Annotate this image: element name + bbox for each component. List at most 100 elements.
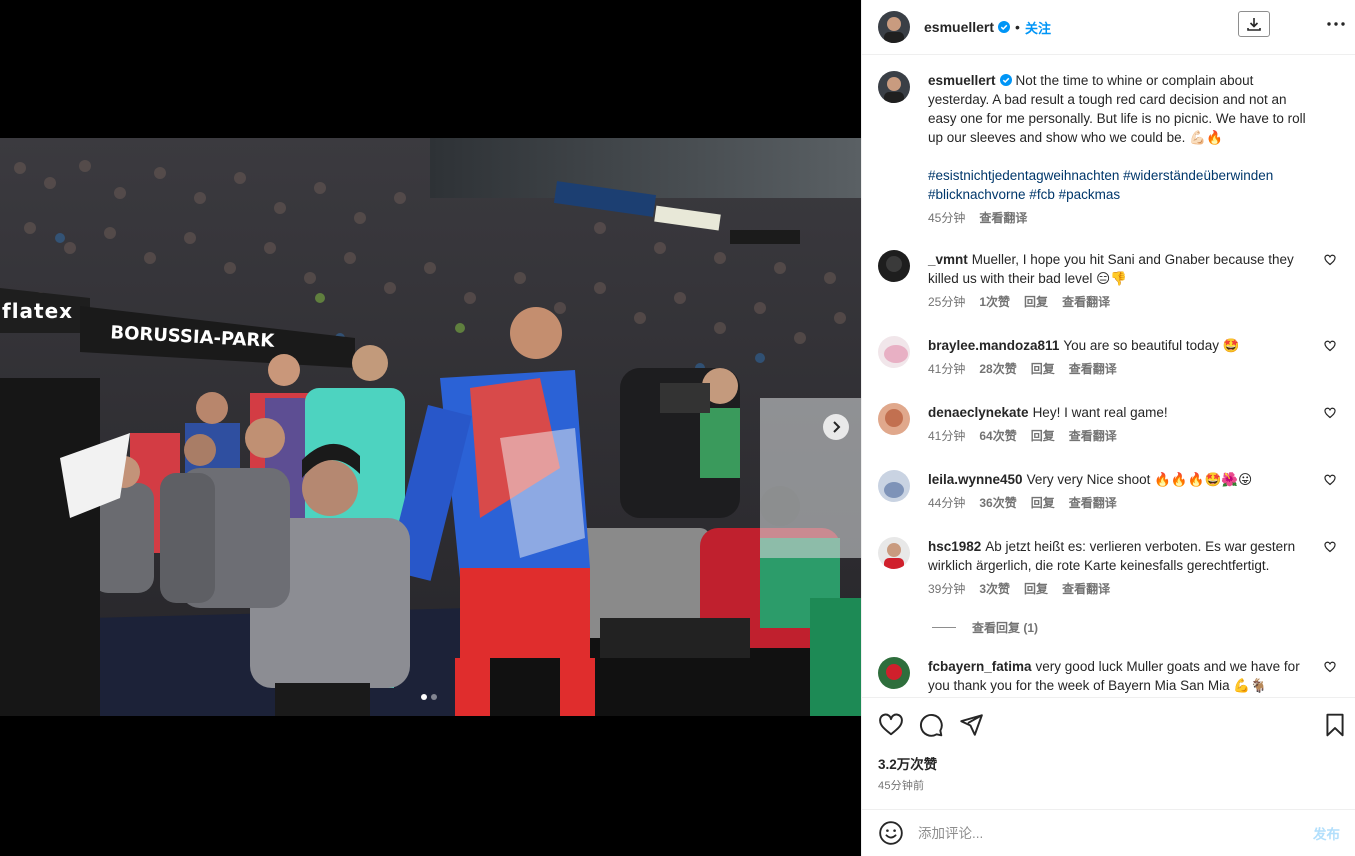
comment-item: hsc1982 Ab jetzt heißt es: verlieren verb… <box>878 537 1340 599</box>
comment-translate-link[interactable]: 查看翻译 <box>1069 494 1117 513</box>
comment-meta: 25分钟 1次赞 回复 查看翻译 <box>928 293 1308 312</box>
comment-item: braylee.mandoza811 You are so beautiful t… <box>878 336 1340 379</box>
comment-likes[interactable]: 28次赞 <box>979 360 1016 379</box>
comment-text: Mueller, I hope you hit Sani and Gnaber … <box>928 252 1294 286</box>
more-options-button[interactable] <box>1324 14 1348 34</box>
caption-time: 45分钟 <box>928 211 966 225</box>
comment-like-heart-icon[interactable] <box>1324 541 1336 553</box>
comment-text: Ab jetzt heißt es: verlieren verboten. E… <box>928 539 1296 573</box>
chevron-right-icon <box>833 421 841 433</box>
stadium-tunnel-image: flatex BORUSSIA-PARK <box>0 138 861 716</box>
post-header: esmuellert • 关注 <box>862 0 1355 55</box>
comment-avatar[interactable] <box>878 657 910 689</box>
comment-username[interactable]: _vmnt <box>928 252 968 267</box>
comment-translate-link[interactable]: 查看翻译 <box>1069 360 1117 379</box>
more-horizontal-icon <box>1327 22 1345 26</box>
avatar-image <box>878 403 910 435</box>
author-avatar[interactable] <box>878 11 910 43</box>
comment-composer: 发布 <box>862 809 1355 856</box>
comment-likes[interactable]: 1次赞 <box>979 293 1010 312</box>
caption-hashtags[interactable]: #esistnichtjedentagweihnachten #widerstä… <box>928 166 1308 204</box>
likes-count[interactable]: 3.2万次赞 <box>878 753 937 773</box>
post-media: flatex BORUSSIA-PARK <box>0 0 861 856</box>
comment-body: denaeclynekate Hey! I want real game! 41分… <box>928 403 1308 446</box>
caption-author-avatar[interactable] <box>878 71 910 103</box>
comment-username[interactable]: fcbayern_fatima <box>928 659 1032 674</box>
comment-text: You are so beautiful today 🤩 <box>1063 338 1240 353</box>
comment-item: fcbayern_fatima very good luck Muller goa… <box>878 657 1340 695</box>
comment-avatar[interactable] <box>878 470 910 502</box>
verified-badge-icon <box>998 21 1011 33</box>
avatar-image <box>878 470 910 502</box>
comment-item: _vmnt Mueller, I hope you hit Sani and Gn… <box>878 250 1340 312</box>
comment-item: leila.wynne450 Very very Nice shoot 🔥🔥🔥🤩🌺… <box>878 470 1340 513</box>
follow-button[interactable]: 关注 <box>1025 18 1051 37</box>
caption-translate-link[interactable]: 查看翻译 <box>979 209 1027 228</box>
avatar-image <box>878 250 910 282</box>
comment-like-heart-icon[interactable] <box>1324 340 1336 352</box>
caption-meta: 45分钟 查看翻译 <box>928 209 1308 228</box>
avatar-image <box>878 11 910 43</box>
comment-likes[interactable]: 3次赞 <box>979 580 1010 599</box>
comment-avatar[interactable] <box>878 336 910 368</box>
comment-item: denaeclynekate Hey! I want real game! 41分… <box>878 403 1340 446</box>
save-bookmark-icon[interactable] <box>1322 712 1348 738</box>
comment-reply-button[interactable]: 回复 <box>1031 427 1055 446</box>
comment-body: _vmnt Mueller, I hope you hit Sani and Gn… <box>928 250 1308 312</box>
comment-reply-button[interactable]: 回复 <box>1031 360 1055 379</box>
comment-translate-link[interactable]: 查看翻译 <box>1069 427 1117 446</box>
comment-meta: 39分钟 3次赞 回复 查看翻译 <box>928 580 1308 599</box>
caption-username[interactable]: esmuellert <box>928 73 996 88</box>
comment-username[interactable]: braylee.mandoza811 <box>928 338 1059 353</box>
comment-input[interactable] <box>918 825 1298 841</box>
comment-meta: 41分钟 28次赞 回复 查看翻译 <box>928 360 1308 379</box>
post-comment-button[interactable]: 发布 <box>1313 823 1340 843</box>
view-replies-button[interactable]: 查看回复 (1) <box>932 619 1038 636</box>
view-replies-label: 查看回复 (1) <box>972 621 1039 635</box>
comment-username[interactable]: denaeclynekate <box>928 405 1029 420</box>
comment-avatar[interactable] <box>878 250 910 282</box>
comment-likes[interactable]: 36次赞 <box>979 494 1016 513</box>
comment-like-heart-icon[interactable] <box>1324 407 1336 419</box>
comment-text: Hey! I want real game! <box>1032 405 1168 420</box>
comment-bubble-icon[interactable] <box>918 712 944 738</box>
comment-time: 44分钟 <box>928 496 966 510</box>
comment-like-heart-icon[interactable] <box>1324 661 1336 673</box>
post-actions: 3.2万次赞 45分钟前 <box>862 697 1355 809</box>
comments-scroll-area[interactable]: esmuellert Not the time to whine or compl… <box>862 56 1355 697</box>
comment-reply-button[interactable]: 回复 <box>1024 580 1048 599</box>
post-photo[interactable]: flatex BORUSSIA-PARK <box>0 138 861 716</box>
carousel-dot-active <box>421 694 427 700</box>
comment-avatar[interactable] <box>878 403 910 435</box>
comment-like-heart-icon[interactable] <box>1324 474 1336 486</box>
comment-likes[interactable]: 64次赞 <box>979 427 1016 446</box>
download-icon <box>1247 18 1261 31</box>
comment-translate-link[interactable]: 查看翻译 <box>1062 580 1110 599</box>
comment-text: Very very Nice shoot 🔥🔥🔥🤩🌺😛 <box>1026 472 1253 487</box>
comment-avatar[interactable] <box>878 537 910 569</box>
comment-time: 41分钟 <box>928 429 966 443</box>
avatar-image <box>878 71 910 103</box>
author-username[interactable]: esmuellert <box>924 19 994 35</box>
comment-translate-link[interactable]: 查看翻译 <box>1062 293 1110 312</box>
caption-text: esmuellert Not the time to whine or compl… <box>928 71 1308 147</box>
like-heart-icon[interactable] <box>878 712 904 738</box>
carousel-next-button[interactable] <box>823 414 849 440</box>
comment-like-heart-icon[interactable] <box>1324 254 1336 266</box>
carousel-indicator <box>421 694 437 700</box>
avatar-image <box>878 537 910 569</box>
comment-body: hsc1982 Ab jetzt heißt es: verlieren verb… <box>928 537 1308 599</box>
comment-username[interactable]: hsc1982 <box>928 539 981 554</box>
download-button[interactable] <box>1238 11 1270 37</box>
comment-reply-button[interactable]: 回复 <box>1031 494 1055 513</box>
post-timestamp: 45分钟前 <box>878 780 925 792</box>
avatar-image <box>878 336 910 368</box>
comment-reply-button[interactable]: 回复 <box>1024 293 1048 312</box>
comment-username[interactable]: leila.wynne450 <box>928 472 1023 487</box>
comment-time: 39分钟 <box>928 582 966 596</box>
comment-time: 25分钟 <box>928 295 966 309</box>
carousel-dot <box>431 694 437 700</box>
comment-body: leila.wynne450 Very very Nice shoot 🔥🔥🔥🤩🌺… <box>928 470 1308 513</box>
emoji-smiley-icon[interactable] <box>878 820 904 846</box>
share-send-icon[interactable] <box>958 712 984 738</box>
